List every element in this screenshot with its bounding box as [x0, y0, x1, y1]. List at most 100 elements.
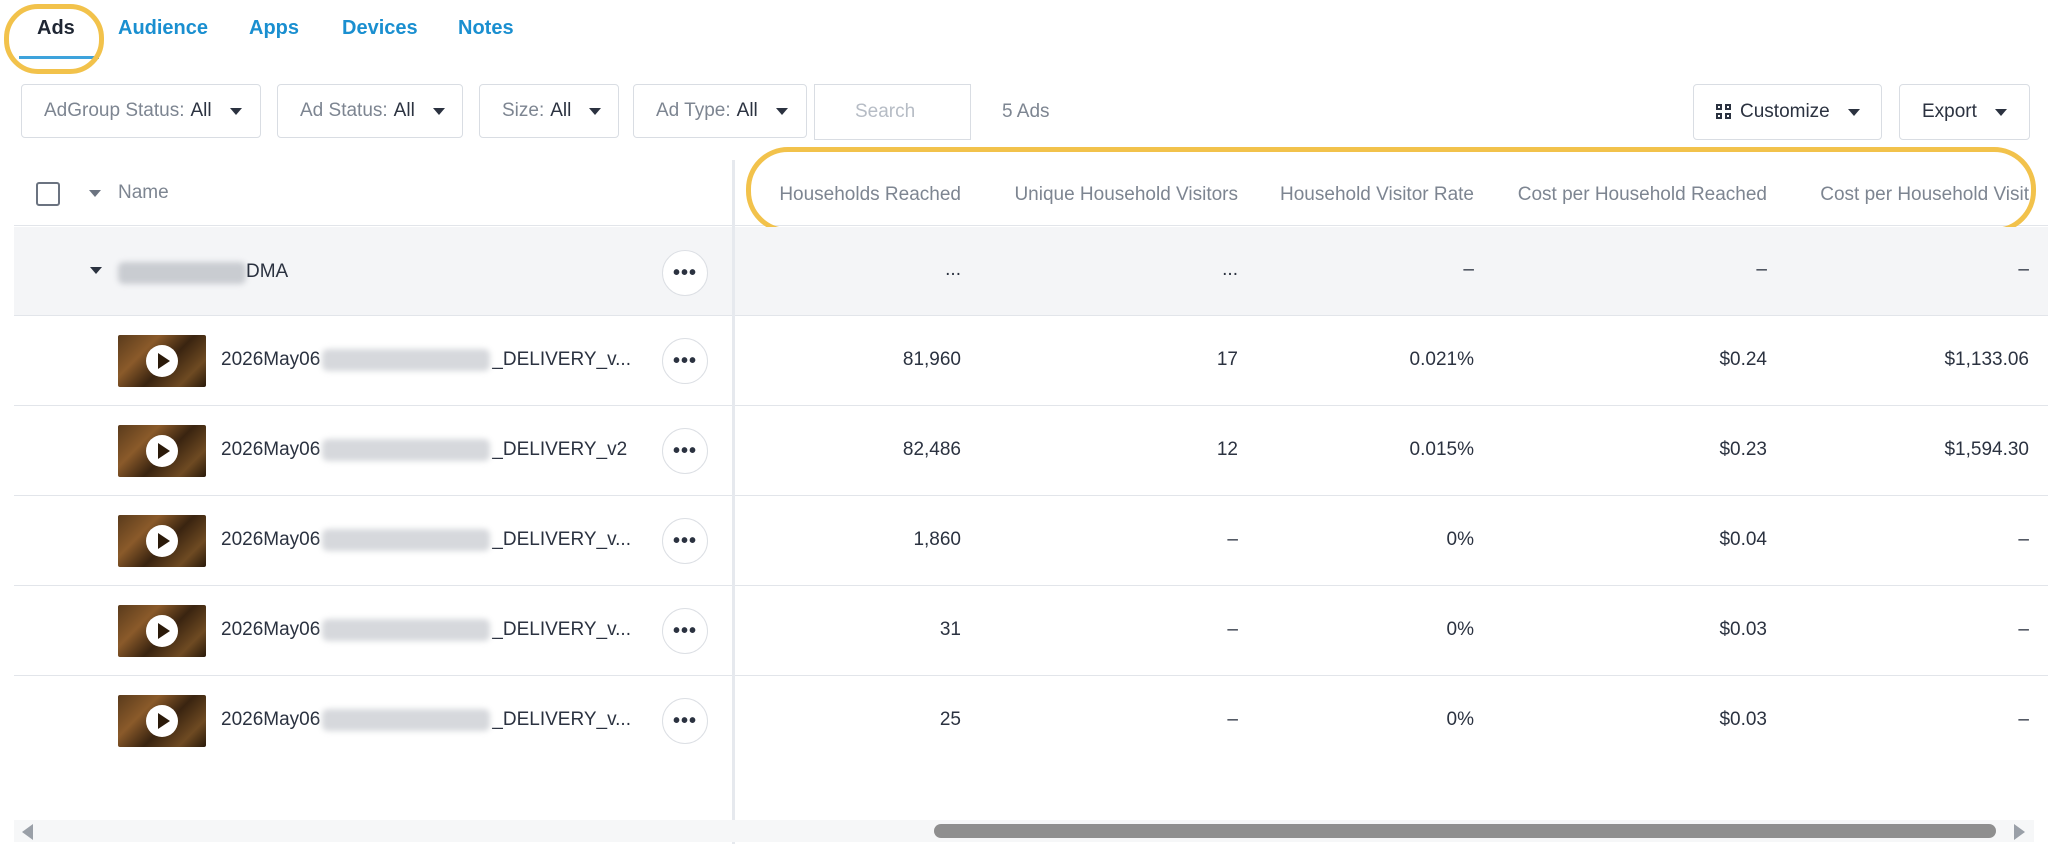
ad-thumbnail[interactable]: [118, 605, 206, 657]
more-icon: •••: [672, 350, 697, 372]
tab-notes[interactable]: Notes: [458, 17, 514, 40]
redacted-text: [322, 439, 491, 461]
ad-name: 2026May06 _DELIVERY_v...: [221, 349, 631, 371]
play-icon: [146, 705, 178, 737]
more-button[interactable]: •••: [662, 428, 708, 474]
tab-audience[interactable]: Audience: [118, 17, 208, 40]
horizontal-scrollbar[interactable]: [14, 820, 2034, 842]
ad-thumbnail[interactable]: [118, 695, 206, 747]
export-label: Export: [1922, 101, 1977, 122]
cost-per-household-reached: $0.04: [1719, 529, 1767, 550]
unique-household-visitors: –: [1227, 619, 1238, 640]
cost-per-household-reached: $0.03: [1719, 709, 1767, 730]
filter-toolbar: AdGroup Status: All Ad Status: All Size:…: [0, 84, 2048, 140]
column-header-household-visitor-rate[interactable]: Household Visitor Rate: [1280, 184, 1474, 206]
column-header-unique-household-visitors[interactable]: Unique Household Visitors: [1014, 184, 1238, 206]
play-icon: [146, 435, 178, 467]
more-icon: •••: [672, 530, 697, 552]
tab-devices[interactable]: Devices: [342, 17, 418, 40]
household-visitor-rate: 0%: [1446, 529, 1474, 550]
household-visitor-rate: 0.015%: [1409, 439, 1474, 460]
households-reached: 1,860: [913, 529, 961, 550]
frozen-column-divider: [732, 160, 735, 844]
more-button[interactable]: •••: [662, 608, 708, 654]
cost-per-household-visit: $1,133.06: [1944, 349, 2029, 370]
tab-apps[interactable]: Apps: [249, 17, 299, 40]
column-header-cost-per-household-visit[interactable]: Cost per Household Visit: [1820, 184, 2029, 206]
play-icon: [146, 615, 178, 647]
household-visitor-rate: 0.021%: [1409, 349, 1474, 370]
more-button[interactable]: •••: [662, 338, 708, 384]
tab-bar: Ads Audience Apps Devices Notes: [0, 0, 2048, 74]
ad-thumbnail[interactable]: [118, 335, 206, 387]
table-row[interactable]: 2026May06 _DELIVERY_v... ••• 25 – 0% $0.0…: [14, 676, 2048, 766]
cost-per-household-reached: $0.23: [1719, 439, 1767, 460]
households-reached: 25: [939, 709, 961, 730]
more-icon: •••: [672, 440, 697, 462]
group-household-visitor-rate: –: [1463, 259, 1474, 280]
column-header-name[interactable]: Name: [118, 182, 169, 204]
ads-table: Name Households Reached Unique Household…: [14, 147, 2048, 844]
cost-per-household-visit: $1,594.30: [1944, 439, 2029, 460]
cost-per-household-reached: $0.24: [1719, 349, 1767, 370]
caret-down-icon[interactable]: [90, 267, 102, 274]
grid-icon: [1716, 104, 1732, 120]
adgroup-status-value: All: [190, 100, 212, 121]
export-button[interactable]: Export: [1899, 84, 2030, 140]
arrow-left-icon[interactable]: [22, 824, 33, 840]
households-reached: 82,486: [902, 439, 961, 460]
tab-ads[interactable]: Ads: [37, 17, 75, 40]
households-reached: 31: [939, 619, 961, 640]
households-reached: 81,960: [902, 349, 961, 370]
size-filter[interactable]: Size: All: [479, 84, 619, 138]
group-row[interactable]: DMA ••• ... ... – – –: [14, 227, 2048, 316]
ad-status-label: Ad Status:: [300, 100, 388, 121]
ad-thumbnail[interactable]: [118, 515, 206, 567]
customize-button[interactable]: Customize: [1693, 84, 1882, 140]
caret-down-icon: [1994, 108, 2007, 116]
more-icon: •••: [672, 262, 697, 284]
caret-down-icon: [775, 107, 788, 115]
scrollbar-thumb[interactable]: [934, 824, 1996, 838]
ad-count: 5 Ads: [1002, 101, 1050, 122]
play-icon: [146, 525, 178, 557]
ad-status-filter[interactable]: Ad Status: All: [277, 84, 463, 138]
ad-name: 2026May06 _DELIVERY_v...: [221, 529, 631, 551]
unique-household-visitors: –: [1227, 529, 1238, 550]
caret-down-icon: [229, 107, 242, 115]
adgroup-status-filter[interactable]: AdGroup Status: All: [21, 84, 261, 138]
arrow-right-icon[interactable]: [2014, 824, 2025, 840]
column-header-households-reached[interactable]: Households Reached: [779, 184, 961, 206]
household-visitor-rate: 0%: [1446, 709, 1474, 730]
cost-per-household-visit: –: [2018, 529, 2029, 550]
unique-household-visitors: 12: [1216, 439, 1238, 460]
group-label: DMA: [246, 261, 289, 282]
ad-thumbnail[interactable]: [118, 425, 206, 477]
table-row[interactable]: 2026May06 _DELIVERY_v2 ••• 82,486 12 0.01…: [14, 406, 2048, 496]
size-label: Size:: [502, 100, 545, 121]
ad-type-filter[interactable]: Ad Type: All: [633, 84, 807, 138]
more-button[interactable]: •••: [662, 518, 708, 564]
size-value: All: [550, 100, 572, 121]
cost-per-household-visit: –: [2018, 709, 2029, 730]
group-cost-per-household-reached: –: [1756, 259, 1767, 280]
table-row[interactable]: 2026May06 _DELIVERY_v... ••• 81,960 17 0.…: [14, 316, 2048, 406]
table-row[interactable]: 2026May06 _DELIVERY_v... ••• 31 – 0% $0.0…: [14, 586, 2048, 676]
more-button[interactable]: •••: [662, 698, 708, 744]
column-header-cost-per-household-reached[interactable]: Cost per Household Reached: [1518, 184, 1767, 206]
unique-household-visitors: 17: [1216, 349, 1238, 370]
group-households-reached: ...: [945, 259, 961, 280]
more-button[interactable]: •••: [662, 250, 708, 296]
caret-down-icon: [432, 107, 445, 115]
redacted-text: [322, 529, 491, 551]
ad-name: 2026May06 _DELIVERY_v...: [221, 619, 631, 641]
customize-label: Customize: [1740, 101, 1830, 122]
table-row[interactable]: 2026May06 _DELIVERY_v... ••• 1,860 – 0% $…: [14, 496, 2048, 586]
more-icon: •••: [672, 620, 697, 642]
redacted-text: [322, 709, 491, 731]
search-input[interactable]: [814, 84, 971, 140]
caret-down-icon[interactable]: [89, 190, 101, 197]
caret-down-icon: [589, 107, 602, 115]
cost-per-household-visit: –: [2018, 619, 2029, 640]
select-all-checkbox[interactable]: [36, 182, 60, 206]
